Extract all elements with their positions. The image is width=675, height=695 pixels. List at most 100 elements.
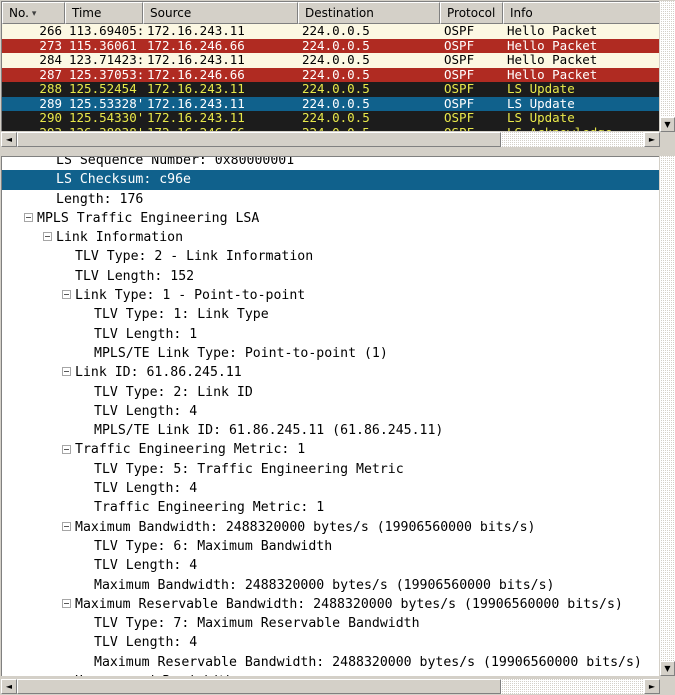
packet-list-scroll-left-button[interactable]: ◄ (1, 132, 17, 147)
tree-leaf[interactable]: TLV Type: 6: Maximum Bandwidth (2, 537, 659, 556)
packet-detail-viewport[interactable]: LS Sequence Number: 0x80000001 LS Checksu… (1, 156, 659, 676)
packet-list-horizontal-scrollbar[interactable]: ◄ ► (1, 132, 660, 147)
tree-leaf[interactable]: Maximum Bandwidth: 2488320000 bytes/s (1… (2, 576, 659, 595)
tree-leaf[interactable]: TLV Type: 5: Traffic Engineering Metric (2, 460, 659, 479)
table-row[interactable]: 273 115.36061 172.16.246.66 224.0.0.5 OSPF He… (2, 38, 659, 53)
tree-leaf[interactable]: LS Sequence Number: 0x80000001 (2, 156, 659, 170)
column-header-label: No. (9, 6, 29, 20)
tree-leaf[interactable]: TLV Length: 4 (2, 479, 659, 498)
tree-item-label: Link Type: 1 - Point-to-point (75, 288, 306, 304)
collapse-icon[interactable] (62, 598, 71, 608)
tree-leaf[interactable]: TLV Length: 4 (2, 633, 659, 652)
packet-detail-scroll-down-button[interactable]: ▼ (660, 661, 675, 676)
packet-list-hscroll-thumb[interactable] (17, 132, 501, 147)
tree-node[interactable]: Maximum Bandwidth: 2488320000 bytes/s (1… (2, 518, 659, 537)
packet-list-scroll-right-button[interactable]: ► (644, 132, 660, 147)
column-header-info[interactable]: Info (503, 2, 659, 24)
tree-node[interactable]: Traffic Engineering Metric: 1 (2, 440, 659, 459)
cell-time: 125.54330' (69, 111, 143, 125)
tree-leaf[interactable]: LS Checksum: c96e (2, 170, 659, 190)
column-header-source[interactable]: Source (143, 2, 298, 24)
tree-item-label: Maximum Bandwidth: 2488320000 bytes/s (1… (94, 577, 555, 593)
tree-leaf[interactable]: Traffic Engineering Metric: 1 (2, 498, 659, 517)
tree-node[interactable]: Maximum Reservable Bandwidth: 2488320000… (2, 595, 659, 614)
collapse-icon[interactable] (62, 444, 71, 454)
tree-item-label: TLV Length: 4 (94, 481, 198, 497)
packet-detail-vertical-scrollbar[interactable]: ▼ (660, 156, 675, 676)
tree-leaf[interactable]: TLV Type: 2 - Link Information (2, 247, 659, 266)
cell-source: 172.16.246.66 (143, 126, 298, 132)
column-header-no[interactable]: No. ▾ (2, 2, 65, 24)
table-row[interactable]: 290 125.54330' 172.16.243.11 224.0.0.5 OSPF L… (2, 111, 659, 126)
tree-node[interactable]: Unreserved Bandwidth (2, 672, 659, 676)
cell-protocol: OSPF (440, 126, 503, 132)
packet-list-scroll-down-button[interactable]: ▼ (660, 117, 675, 132)
cell-protocol: OSPF (444, 38, 475, 53)
cell-destination: 224.0.0.5 (302, 38, 370, 53)
pane-splitter[interactable] (0, 148, 675, 155)
cell-destination: 224.0.0.5 (298, 126, 440, 132)
tree-leaf[interactable]: TLV Type: 2: Link ID (2, 383, 659, 402)
collapse-icon[interactable] (62, 521, 71, 531)
column-header-protocol[interactable]: Protocol (440, 2, 503, 24)
cell-destination: 224.0.0.5 (302, 111, 370, 125)
tree-leaf[interactable]: Length: 176 (2, 190, 659, 209)
tree-node[interactable]: Link Type: 1 - Point-to-point (2, 286, 659, 305)
column-header-label: Time (72, 6, 102, 20)
table-row[interactable]: 288 125.52454 172.16.243.11 224.0.0.5 OSPF LS… (2, 82, 659, 97)
tree-item-label: LS Sequence Number: 0x80000001 (56, 156, 295, 168)
packet-detail-scroll-right-button[interactable]: ► (644, 679, 660, 694)
cell-no: 287 (39, 67, 62, 82)
packet-detail-tree[interactable]: LS Sequence Number: 0x80000001 LS Checksu… (2, 156, 659, 676)
cell-info: LS Update (507, 82, 575, 96)
cell-time: 126.38038' (65, 126, 143, 132)
tree-leaf[interactable]: TLV Length: 4 (2, 556, 659, 575)
tree-item-label: TLV Length: 4 (94, 403, 198, 419)
packet-list-vertical-scrollbar[interactable]: ▼ (660, 1, 675, 132)
packet-detail-hscroll-thumb[interactable] (17, 679, 501, 694)
tree-node[interactable]: Link Information (2, 228, 659, 247)
tree-node[interactable]: MPLS Traffic Engineering LSA (2, 209, 659, 228)
tree-leaf[interactable]: MPLS/TE Link Type: Point-to-point (1) (2, 344, 659, 363)
column-header-time[interactable]: Time (65, 2, 143, 24)
collapse-icon[interactable] (24, 213, 33, 223)
tree-node[interactable]: Link ID: 61.86.245.11 (2, 363, 659, 382)
tree-item-label: TLV Length: 1 (94, 326, 198, 342)
tree-item-label: Unreserved Bandwidth (75, 674, 234, 676)
packet-list-column-headers[interactable]: No. ▾ Time Source Destination Protocol Info (2, 2, 659, 24)
table-row[interactable]: 284 123.71423: 172.16.243.11 224.0.0.5 OSPF H… (2, 53, 659, 68)
cell-time: 125.52454 (69, 82, 137, 96)
cell-source: 172.16.243.11 (147, 82, 245, 96)
tree-leaf[interactable]: MPLS/TE Link ID: 61.86.245.11 (61.86.245… (2, 421, 659, 440)
cell-info: Hello Packet (507, 38, 598, 53)
collapse-icon[interactable] (43, 232, 52, 242)
table-row[interactable]: 293126.38038'172.16.246.66224.0.0.5OSPFL… (2, 125, 659, 132)
cell-no: 293 (2, 126, 65, 132)
tree-leaf[interactable]: TLV Length: 4 (2, 402, 659, 421)
column-header-destination[interactable]: Destination (298, 2, 440, 24)
tree-item-label: MPLS Traffic Engineering LSA (37, 210, 260, 226)
tree-leaf[interactable]: TLV Length: 152 (2, 267, 659, 286)
cell-source: 172.16.243.11 (147, 53, 245, 67)
collapse-icon[interactable] (62, 290, 71, 300)
tree-leaf[interactable]: TLV Type: 7: Maximum Reservable Bandwidt… (2, 614, 659, 633)
packet-detail-scroll-left-button[interactable]: ◄ (1, 679, 17, 694)
chevron-down-icon: ▼ (664, 664, 671, 673)
cell-protocol: OSPF (444, 82, 475, 96)
table-row[interactable]: 289 125.53328' 172.16.243.11 224.0.0.5 OSPF L… (2, 96, 659, 111)
cell-source: 172.16.243.11 (147, 24, 245, 38)
chevron-down-icon: ▼ (664, 120, 671, 129)
packet-list-rows[interactable]: 266 113.69405: 172.16.243.11 224.0.0.5 OSPF H… (2, 24, 659, 131)
cell-destination: 224.0.0.5 (302, 24, 370, 38)
tree-item-label: TLV Type: 1: Link Type (94, 307, 269, 323)
tree-leaf[interactable]: TLV Type: 1: Link Type (2, 305, 659, 324)
chevron-left-icon: ◄ (5, 682, 13, 691)
packet-detail-horizontal-scrollbar[interactable]: ◄ ► (1, 679, 660, 694)
collapse-icon[interactable] (62, 367, 71, 377)
tree-leaf[interactable]: Maximum Reservable Bandwidth: 2488320000… (2, 653, 659, 672)
packet-list-viewport[interactable]: No. ▾ Time Source Destination Protocol Info 26… (1, 1, 659, 131)
table-row[interactable]: 266 113.69405: 172.16.243.11 224.0.0.5 OSPF H… (2, 24, 659, 39)
tree-item-label: Link Information (56, 230, 184, 246)
table-row[interactable]: 287 125.37053: 172.16.246.66 224.0.0.5 OSPF H… (2, 67, 659, 82)
tree-leaf[interactable]: TLV Length: 1 (2, 325, 659, 344)
